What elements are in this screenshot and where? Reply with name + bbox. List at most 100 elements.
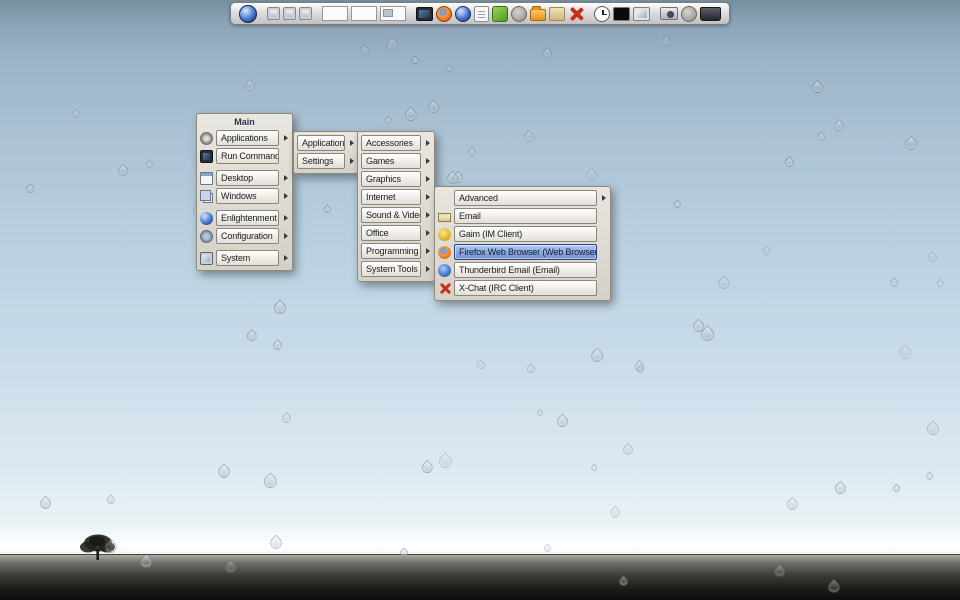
- submenu-arrow-icon: [282, 193, 289, 199]
- raindrop: [436, 452, 454, 470]
- raindrop: [268, 535, 285, 552]
- raindrop: [72, 108, 82, 118]
- desktop-icon: [200, 172, 213, 185]
- menu-item-games[interactable]: Games: [361, 152, 431, 170]
- menu-item-x-chat-irc-client[interactable]: X-Chat (IRC Client): [438, 279, 607, 297]
- menu-item-graphics[interactable]: Graphics: [361, 170, 431, 188]
- text-editor-launcher-icon[interactable]: [474, 6, 489, 22]
- gaim-icon: [438, 228, 451, 241]
- menu-item-label: Run Command: [216, 148, 279, 164]
- raindrop: [925, 420, 942, 437]
- desktop: MainApplicationsRun CommandDesktopWindow…: [0, 0, 960, 600]
- raindrop: [280, 412, 293, 425]
- submenu-arrow-icon: [348, 140, 355, 146]
- raindrop: [403, 106, 419, 122]
- menu-item-label: Gaim (IM Client): [454, 226, 597, 242]
- icon-spacer: [438, 192, 451, 205]
- raindrop: [245, 329, 258, 342]
- menu-item-system-tools[interactable]: System Tools: [361, 260, 431, 278]
- raindrop: [215, 463, 232, 480]
- window-thumbnail-1-icon[interactable]: [267, 7, 280, 20]
- raindrop: [816, 132, 828, 144]
- menu-item-label: Applications: [297, 135, 345, 151]
- submenu-arrow-icon: [600, 195, 607, 201]
- graphics-app-launcher-icon[interactable]: [511, 6, 527, 22]
- submenu-arrow-icon: [424, 248, 431, 254]
- pager-desktop-3-icon[interactable]: [380, 6, 406, 21]
- display-launcher-icon[interactable]: [613, 7, 630, 21]
- monitor-settings-launcher-icon[interactable]: [633, 7, 650, 21]
- start-menu-button-icon[interactable]: [239, 5, 257, 23]
- submenu-arrow-icon: [424, 212, 431, 218]
- menu-item-label: Settings: [297, 153, 345, 169]
- run-command-icon: [200, 150, 213, 163]
- raindrop: [583, 167, 599, 183]
- menu-item-label: Games: [361, 153, 421, 169]
- menu-item-run-command[interactable]: Run Command: [200, 147, 289, 165]
- submenu-arrow-icon: [424, 266, 431, 272]
- raindrop: [271, 300, 288, 317]
- raindrop: [935, 279, 944, 288]
- xchat-launcher-icon[interactable]: [568, 6, 584, 22]
- package-manager-launcher-icon[interactable]: [492, 6, 508, 22]
- menu-item-gaim-im-client[interactable]: Gaim (IM Client): [438, 225, 607, 243]
- raindrop: [385, 37, 400, 52]
- menu-item-firefox-web-browser-web-browser[interactable]: Firefox Web Browser (Web Browser): [438, 243, 607, 261]
- menu-title: Main: [200, 116, 289, 129]
- menu-item-advanced[interactable]: Advanced: [438, 189, 607, 207]
- folder-launcher-icon[interactable]: [530, 9, 546, 21]
- web-browser-launcher-icon[interactable]: [455, 6, 471, 22]
- camera-launcher-icon[interactable]: [660, 7, 678, 20]
- raindrop: [322, 204, 332, 214]
- raindrop: [102, 538, 118, 554]
- raindrop: [262, 472, 280, 490]
- raindrop: [383, 115, 393, 125]
- raindrop: [542, 47, 555, 60]
- menu-item-internet[interactable]: Internet: [361, 188, 431, 206]
- menu-item-label: Thunderbird Email (Email): [454, 262, 597, 278]
- menu-item-label: Email: [454, 208, 597, 224]
- menu-item-programming[interactable]: Programming: [361, 242, 431, 260]
- menu-item-label: Firefox Web Browser (Web Browser): [454, 244, 597, 260]
- mouse-settings-launcher-icon[interactable]: [681, 6, 697, 22]
- menu-item-email[interactable]: Email: [438, 207, 607, 225]
- submenu-arrow-icon: [282, 215, 289, 221]
- raindrop: [784, 496, 799, 511]
- raindrop: [555, 414, 571, 430]
- raindrop: [137, 554, 155, 572]
- analog-clock-gadget-icon[interactable]: [594, 6, 610, 22]
- menu-item-configuration[interactable]: Configuration: [200, 227, 289, 245]
- menu-item-label: Applications: [216, 130, 279, 146]
- menu-item-settings[interactable]: Settings: [297, 152, 355, 170]
- menu-item-windows[interactable]: Windows: [200, 187, 289, 205]
- raindrop: [761, 245, 772, 256]
- raindrop: [525, 364, 536, 375]
- configuration-icon: [200, 230, 213, 243]
- pager-desktop-2-icon[interactable]: [351, 6, 377, 21]
- menu-item-applications[interactable]: Applications: [297, 134, 355, 152]
- pager-desktop-1-icon[interactable]: [322, 6, 348, 21]
- documents-launcher-icon[interactable]: [549, 7, 565, 21]
- menu-item-applications[interactable]: Applications: [200, 129, 289, 147]
- raindrop: [223, 560, 239, 576]
- window-thumbnail-2-icon[interactable]: [283, 7, 296, 20]
- raindrop: [243, 79, 257, 93]
- menu-item-system[interactable]: System: [200, 249, 289, 267]
- menu-main: MainApplications Run Command DesktopWindow…: [196, 113, 293, 271]
- raindrop: [825, 579, 842, 596]
- submenu-arrow-icon: [282, 255, 289, 261]
- window-thumbnail-3-icon[interactable]: [299, 7, 312, 20]
- menu-item-enlightenment[interactable]: Enlightenment: [200, 209, 289, 227]
- submenu-arrow-icon: [424, 194, 431, 200]
- menu-item-thunderbird-email-email[interactable]: Thunderbird Email (Email): [438, 261, 607, 279]
- menu-item-accessories[interactable]: Accessories: [361, 134, 431, 152]
- raindrop: [38, 496, 54, 512]
- terminal-launcher-icon[interactable]: [416, 7, 433, 21]
- raindrop: [145, 159, 155, 169]
- menu-item-desktop[interactable]: Desktop: [200, 169, 289, 187]
- firefox-launcher-icon[interactable]: [436, 6, 452, 22]
- laptop-power-launcher-icon[interactable]: [700, 7, 721, 21]
- raindrop: [589, 464, 598, 473]
- menu-item-office[interactable]: Office: [361, 224, 431, 242]
- menu-item-sound-video[interactable]: Sound & Video: [361, 206, 431, 224]
